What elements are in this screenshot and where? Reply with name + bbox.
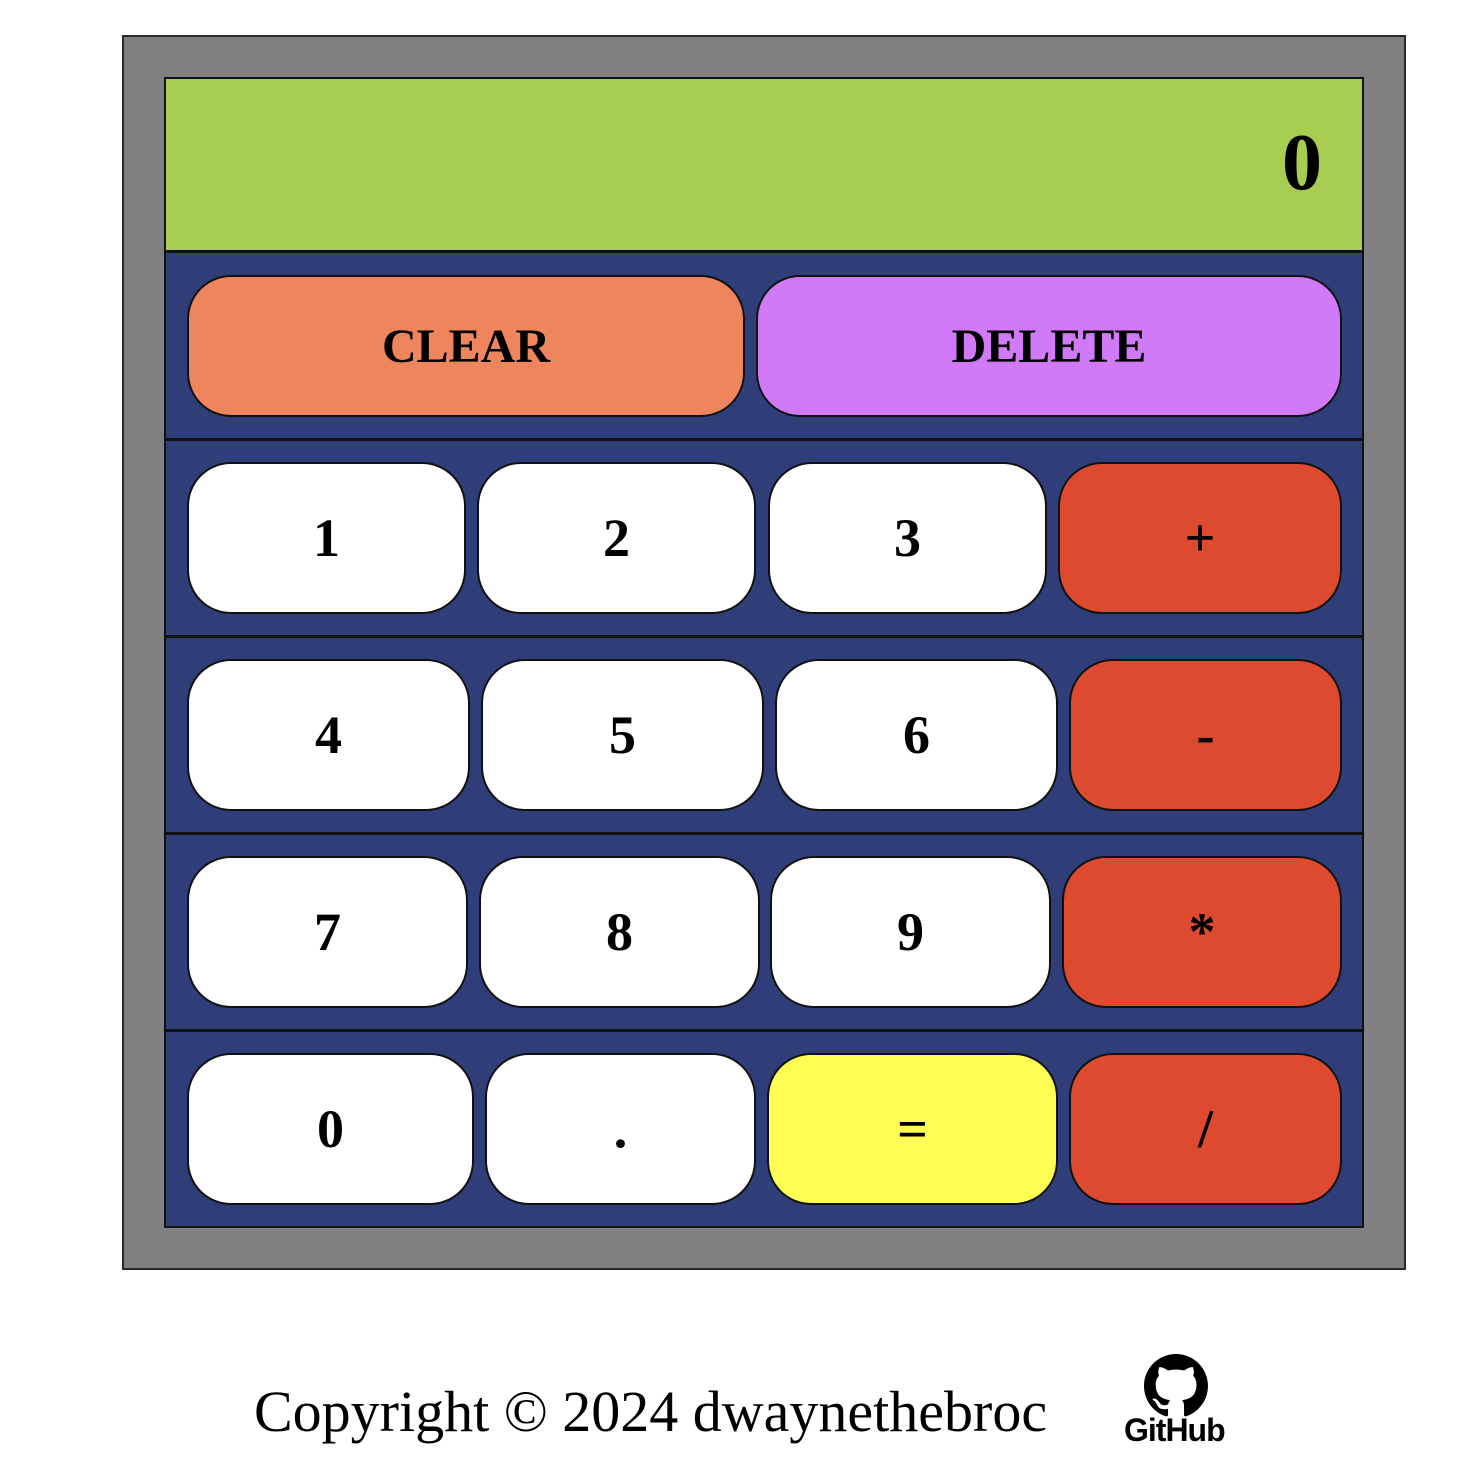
keypad-row-1: 1 2 3 + xyxy=(166,441,1362,638)
key-minus[interactable]: - xyxy=(1069,659,1342,811)
key-1[interactable]: 1 xyxy=(187,462,466,614)
delete-button[interactable]: DELETE xyxy=(756,275,1342,417)
copyright-text: Copyright © 2024 dwaynethebroc xyxy=(254,1379,1048,1444)
key-7[interactable]: 7 xyxy=(187,856,468,1008)
keypad-row-2: 4 5 6 - xyxy=(166,638,1362,835)
clear-button[interactable]: CLEAR xyxy=(187,275,745,417)
footer: Copyright © 2024 dwaynethebroc GitHub xyxy=(0,1354,1484,1460)
key-2[interactable]: 2 xyxy=(477,462,756,614)
key-0[interactable]: 0 xyxy=(187,1053,474,1205)
display-value: 0 xyxy=(1282,119,1322,207)
key-9[interactable]: 9 xyxy=(770,856,1051,1008)
display: 0 xyxy=(166,79,1362,253)
calculator: 0 CLEAR DELETE 1 2 3 + 4 5 6 - 7 8 9 * 0… xyxy=(164,77,1364,1228)
keypad-row-4: 0 . = / xyxy=(166,1032,1362,1228)
key-8[interactable]: 8 xyxy=(479,856,760,1008)
key-divide[interactable]: / xyxy=(1069,1053,1342,1205)
key-6[interactable]: 6 xyxy=(775,659,1058,811)
github-label: GitHub xyxy=(1124,1412,1226,1448)
key-multiply[interactable]: * xyxy=(1062,856,1342,1008)
key-decimal[interactable]: . xyxy=(485,1053,756,1205)
key-equals[interactable]: = xyxy=(767,1053,1058,1205)
github-icon xyxy=(1144,1354,1208,1417)
key-3[interactable]: 3 xyxy=(768,462,1047,614)
key-plus[interactable]: + xyxy=(1058,462,1342,614)
keypad-row-3: 7 8 9 * xyxy=(166,835,1362,1032)
key-5[interactable]: 5 xyxy=(481,659,764,811)
key-4[interactable]: 4 xyxy=(187,659,470,811)
control-row: CLEAR DELETE xyxy=(166,253,1362,441)
github-link[interactable]: GitHub xyxy=(1118,1354,1252,1460)
